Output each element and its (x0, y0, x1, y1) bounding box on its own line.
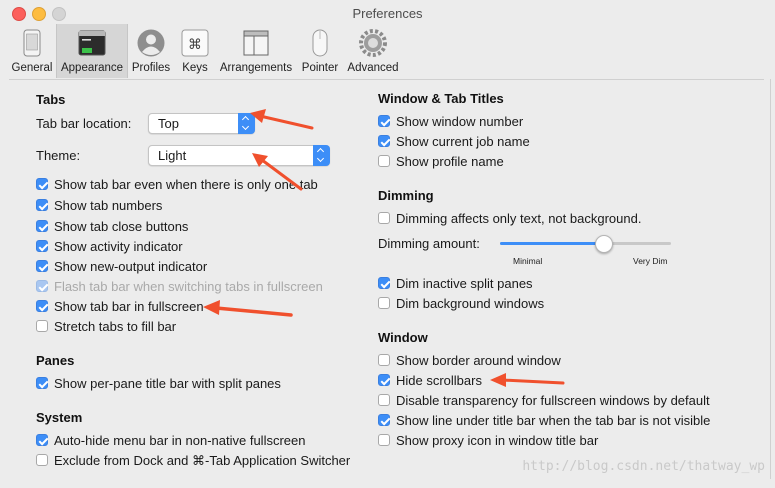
dimming-amount-label: Dimming amount: (378, 236, 480, 251)
toolbar-item-arrangements[interactable]: Arrangements (217, 24, 295, 78)
terminal-window-icon (78, 30, 106, 56)
window-stack-icon (243, 30, 269, 56)
chevron-updown-icon (313, 145, 330, 166)
window-edge (770, 79, 771, 479)
phone-icon (23, 29, 41, 57)
watermark: http://blog.csdn.net/thatway_wp (522, 459, 765, 474)
user-silhouette-icon (137, 29, 165, 57)
dimming-amount-slider[interactable] (500, 242, 671, 245)
system-heading: System (36, 410, 83, 425)
toolbar-item-appearance[interactable]: Appearance (56, 24, 128, 78)
command-key-icon: ⌘ (181, 29, 209, 57)
gear-icon (359, 29, 387, 57)
window-title: Preferences (352, 6, 423, 21)
dimming-slider-knob[interactable] (594, 235, 613, 253)
toolbar-item-pointer[interactable]: Pointer (298, 24, 342, 78)
preferences-toolbar: General Appearance Profiles ⌘ Keys Arran… (0, 24, 775, 78)
preferences-window: Preferences General Appearance Profiles … (0, 0, 775, 488)
chevron-updown-icon (238, 113, 255, 134)
slider-min-label: Minimal (513, 256, 543, 266)
toolbar-item-keys[interactable]: ⌘ Keys (176, 24, 214, 78)
panes-heading: Panes (36, 353, 75, 368)
toolbar-item-profiles[interactable]: Profiles (128, 24, 174, 78)
mouse-icon (312, 29, 328, 57)
svg-text:⌘: ⌘ (188, 37, 202, 53)
window-tab-titles-heading: Window & Tab Titles (378, 91, 504, 106)
tab-bar-location-label: Tab bar location: (36, 116, 132, 131)
toolbar-item-advanced[interactable]: Advanced (345, 24, 401, 78)
window-heading: Window (378, 330, 428, 345)
tabs-heading: Tabs (36, 92, 66, 107)
title-bar: Preferences (0, 0, 775, 26)
slider-max-label: Very Dim (633, 256, 668, 266)
theme-popup[interactable]: Light (148, 145, 330, 166)
slider-fill (500, 242, 603, 245)
dimming-heading: Dimming (378, 188, 434, 203)
toolbar-item-general[interactable]: General (9, 24, 55, 78)
tab-bar-location-popup[interactable]: Top (148, 113, 255, 134)
theme-label: Theme: (36, 148, 81, 163)
